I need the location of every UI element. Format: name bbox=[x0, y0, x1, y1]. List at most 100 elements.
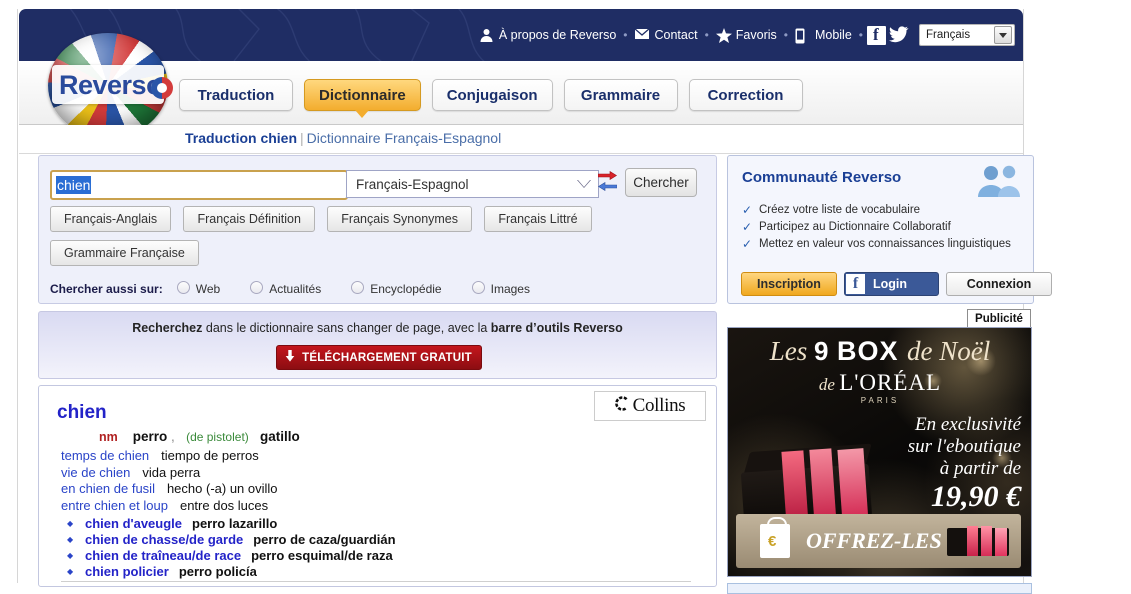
people-icon bbox=[975, 164, 1023, 198]
twitter-icon[interactable] bbox=[889, 25, 909, 45]
filter-button-grammaire-francaise[interactable]: Grammaire Française bbox=[50, 240, 199, 266]
sense-line: nm perro , (de pistolet) gatillo bbox=[99, 429, 300, 444]
example-source[interactable]: entre chien et loup bbox=[61, 498, 168, 513]
ad-cta-label: OFFREZ-LES ! bbox=[806, 528, 956, 553]
ad-brand-de: de bbox=[818, 375, 840, 394]
radio-option-actualites-label: Actualités bbox=[269, 282, 322, 296]
ad-brand-line: de L'ORÉAL bbox=[740, 370, 1020, 396]
example-row: en chien de fusil hecho (-a) un ovillo bbox=[61, 481, 701, 498]
example-target: entre dos luces bbox=[179, 497, 269, 513]
facebook-icon[interactable] bbox=[867, 25, 886, 45]
top-link-favorites[interactable]: Favoris bbox=[710, 27, 783, 43]
tab-traduction[interactable]: Traduction bbox=[179, 79, 293, 111]
example-source[interactable]: en chien de fusil bbox=[61, 481, 155, 496]
phone-icon bbox=[795, 28, 810, 43]
compound-row: chien policier perro policía bbox=[63, 564, 703, 580]
breadcrumb-main[interactable]: Traduction chien bbox=[185, 130, 297, 146]
ad-headline-les: Les bbox=[769, 336, 815, 366]
tab-conjugaison[interactable]: Conjugaison bbox=[431, 79, 553, 111]
browser-viewport: À propos de Reverso • Contact • Favoris bbox=[0, 0, 1131, 594]
search-button[interactable]: Chercher bbox=[625, 168, 697, 197]
top-link-contact-label: Contact bbox=[654, 28, 698, 42]
translation-secondary: gatillo bbox=[260, 429, 300, 444]
collins-mark-icon bbox=[614, 396, 628, 416]
collins-label: Collins bbox=[632, 395, 686, 416]
example-source[interactable]: vie de chien bbox=[61, 465, 130, 480]
translation-primary: perro bbox=[132, 429, 168, 444]
sense-gloss: (de pistolet) bbox=[186, 430, 249, 444]
filter-button-francais-synonymes[interactable]: Français Synonymes bbox=[327, 206, 473, 232]
community-benefits: Créez votre liste de vocabulaire Partici… bbox=[742, 202, 1012, 253]
community-panel: Communauté Reverso Créez votre liste de … bbox=[727, 155, 1052, 304]
example-source[interactable]: temps de chien bbox=[61, 448, 149, 463]
login-button[interactable]: Connexion bbox=[946, 272, 1052, 296]
search-panel: chien Français-Espagnol Chercher Françai… bbox=[38, 155, 717, 304]
top-link-contact[interactable]: Contact bbox=[628, 27, 703, 43]
example-target: tiempo de perros bbox=[161, 448, 259, 463]
top-link-mobile[interactable]: Mobile bbox=[789, 28, 858, 43]
language-pair-value: Français-Espagnol bbox=[356, 176, 469, 192]
filter-buttons: Français-Anglais Français Définition Fra… bbox=[50, 206, 710, 274]
signup-button[interactable]: Inscription bbox=[741, 272, 837, 296]
radio-option-web[interactable]: Web bbox=[176, 281, 220, 296]
breadcrumb-bar: Traduction chien | Dictionnaire Français-E… bbox=[19, 125, 1023, 154]
toolbar-promo-banner: Recherchez dans le dictionnaire sans cha… bbox=[38, 311, 717, 379]
radio-option-encyclopedie[interactable]: Encyclopédie bbox=[351, 281, 442, 296]
chevron-down-icon bbox=[577, 179, 591, 189]
radio-option-actualites[interactable]: Actualités bbox=[250, 281, 321, 296]
swap-arrows-icon[interactable] bbox=[596, 171, 622, 195]
top-link-favorites-label: Favoris bbox=[735, 28, 777, 42]
facebook-login-label: Login bbox=[873, 277, 908, 291]
ad-brand-name: L'ORÉAL bbox=[839, 370, 942, 395]
radio-icon bbox=[176, 281, 190, 294]
compound-source[interactable]: chien de chasse/de garde bbox=[85, 532, 243, 547]
headword: chien bbox=[57, 402, 107, 423]
radio-icon bbox=[471, 281, 485, 294]
breadcrumb: Traduction chien | Dictionnaire Français-E… bbox=[185, 130, 501, 146]
top-link-separator: • bbox=[858, 28, 863, 42]
ad-headline-noel: de Noël bbox=[907, 336, 991, 366]
facebook-login-button[interactable]: f Login bbox=[844, 272, 939, 296]
tab-dictionnaire[interactable]: Dictionnaire bbox=[304, 79, 421, 118]
promo-text: Recherchez dans le dictionnaire sans cha… bbox=[39, 321, 716, 335]
compound-source[interactable]: chien d'aveugle bbox=[85, 516, 182, 531]
dictionary-results-panel: Collins chien nm perro , (de pistolet) g… bbox=[38, 385, 717, 587]
ad-mini-product-image bbox=[947, 520, 1011, 558]
language-pair-select[interactable]: Français-Espagnol bbox=[346, 170, 599, 198]
ad-cta-bar[interactable]: OFFREZ-LES ! bbox=[736, 514, 1021, 568]
breadcrumb-separator: | bbox=[300, 130, 304, 146]
radio-icon bbox=[250, 281, 264, 294]
logo-text: Reverso bbox=[59, 70, 163, 100]
example-list: temps de chien tiempo de perros vie de ch… bbox=[61, 448, 701, 514]
radio-option-encyclopedie-label: Encyclopédie bbox=[370, 282, 442, 296]
promo-text-lead: Recherchez bbox=[132, 321, 203, 335]
also-search-label: Chercher aussi sur: bbox=[50, 281, 163, 296]
example-target: vida perra bbox=[142, 464, 201, 480]
ad-offer-text: En exclusivité sur l'eboutique à partir … bbox=[871, 414, 1021, 514]
translation-comma: , bbox=[171, 429, 175, 444]
swap-arrow-right bbox=[598, 171, 617, 180]
language-selector-value: Français bbox=[926, 29, 971, 41]
chevron-down-icon bbox=[994, 26, 1012, 44]
compound-list: chien d'aveugle perro lazarillo chien de … bbox=[63, 516, 703, 580]
search-input[interactable]: chien bbox=[50, 170, 348, 200]
filter-button-francais-littre[interactable]: Français Littré bbox=[484, 206, 592, 232]
results-divider bbox=[61, 581, 691, 582]
compound-source[interactable]: chien de traîneau/de race bbox=[85, 548, 241, 563]
compound-source[interactable]: chien policier bbox=[85, 564, 169, 579]
filter-button-francais-definition[interactable]: Français Définition bbox=[183, 206, 315, 232]
top-link-about[interactable]: À propos de Reverso bbox=[473, 28, 622, 43]
promo-text-middle: dans le dictionnaire sans changer de pag… bbox=[202, 321, 491, 335]
reverso-logo[interactable]: Reverso bbox=[48, 33, 173, 138]
download-button[interactable]: TÉLÉCHARGEMENT GRATUIT bbox=[275, 345, 482, 370]
advertisement-banner[interactable]: Les 9 BOX de Noël de L'ORÉAL PARIS En ex… bbox=[727, 327, 1032, 577]
filter-button-francais-anglais[interactable]: Français-Anglais bbox=[50, 206, 172, 232]
language-selector[interactable]: Français bbox=[919, 24, 1015, 46]
top-navigation-bar: À propos de Reverso • Contact • Favoris bbox=[19, 9, 1023, 61]
compound-target: perro lazarillo bbox=[192, 516, 278, 531]
tab-correction[interactable]: Correction bbox=[688, 79, 803, 111]
download-button-label: TÉLÉCHARGEMENT GRATUIT bbox=[302, 351, 472, 364]
download-arrow-icon bbox=[285, 350, 295, 365]
tab-grammaire[interactable]: Grammaire bbox=[563, 79, 678, 111]
radio-option-images[interactable]: Images bbox=[471, 281, 530, 296]
